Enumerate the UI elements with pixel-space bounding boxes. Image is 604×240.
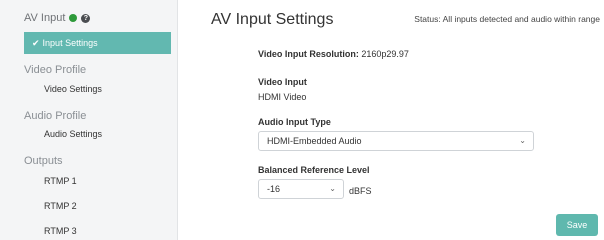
sidebar-section-video-profile: Video Profile [24, 64, 87, 76]
sidebar-item-video-settings[interactable]: Video Settings [44, 84, 102, 94]
help-icon[interactable]: ? [81, 13, 91, 23]
balanced-reference-level-value: -16 [267, 184, 281, 194]
resolution-label: Video Input Resolution: [258, 49, 359, 59]
audio-input-type-value: HDMI-Embedded Audio [267, 136, 362, 146]
sidebar: AV Input ? ✔ Input Settings Video Profil… [0, 0, 178, 240]
status-text: Status: All inputs detected and audio wi… [414, 14, 600, 24]
sidebar-section-outputs: Outputs [24, 155, 63, 167]
sidebar-item-rtmp-1[interactable]: RTMP 1 [44, 176, 77, 186]
page-title: AV Input Settings [211, 11, 334, 28]
video-input-value: HDMI Video [258, 92, 307, 102]
sidebar-item-audio-settings[interactable]: Audio Settings [44, 129, 102, 139]
audio-input-type-label: Audio Input Type [258, 117, 331, 127]
sidebar-item-rtmp-2[interactable]: RTMP 2 [44, 201, 77, 211]
sidebar-item-label: Input Settings [42, 38, 98, 48]
chevron-down-icon: ⌄ [329, 184, 336, 193]
balanced-reference-level-select[interactable]: -16 ⌄ [258, 179, 344, 199]
dbfs-unit: dBFS [349, 186, 372, 196]
video-input-label: Video Input [258, 77, 307, 87]
save-button[interactable]: Save [556, 214, 598, 236]
audio-input-type-select[interactable]: HDMI-Embedded Audio ⌄ [258, 131, 534, 151]
sidebar-item-input-settings[interactable]: ✔ Input Settings [24, 32, 171, 54]
sidebar-item-rtmp-3[interactable]: RTMP 3 [44, 226, 77, 236]
resolution-value: 2160p29.97 [361, 49, 409, 59]
sidebar-section-audio-profile: Audio Profile [24, 110, 87, 122]
video-input-resolution: Video Input Resolution: 2160p29.97 [258, 49, 409, 59]
balanced-reference-level-label: Balanced Reference Level [258, 165, 370, 175]
status-ok-icon [69, 14, 78, 22]
sidebar-section-label: AV Input [24, 12, 66, 24]
sidebar-section-av-input: AV Input ? [24, 12, 91, 24]
chevron-down-icon: ⌄ [519, 136, 526, 145]
check-icon: ✔ [32, 38, 40, 48]
main-content: AV Input Settings Status: All inputs det… [178, 0, 604, 240]
